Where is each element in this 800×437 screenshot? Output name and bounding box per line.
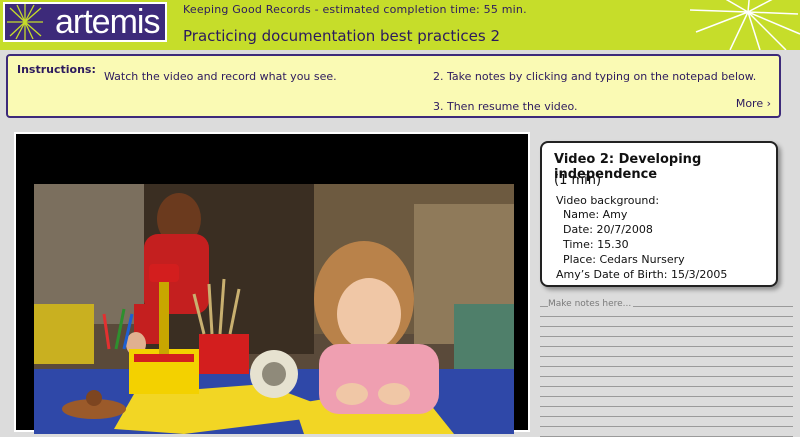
observation-date: Date: 20/7/2008 (563, 223, 653, 236)
observation-place: Place: Cedars Nursery (563, 253, 685, 266)
instruction-step-1: Watch the video and record what you see. (104, 70, 337, 83)
video-frame-image[interactable] (34, 184, 514, 434)
instruction-step-3: 3. Then resume the video. (433, 100, 578, 113)
video-background-label: Video background: (556, 194, 660, 207)
video-duration: (1 min) (554, 173, 602, 188)
logo-text: artemis (55, 3, 160, 41)
instructions-label: Instructions: (17, 63, 96, 76)
notepad-placeholder: Make notes here... (548, 299, 634, 309)
video-info-card: Video 2: Developing independence (1 min)… (540, 141, 778, 287)
starburst-decoration-icon (690, 0, 800, 50)
video-player[interactable] (14, 132, 530, 434)
instruction-step-2: 2. Take notes by clicking and typing on … (433, 70, 757, 83)
child-name: Name: Amy (563, 208, 628, 221)
course-subtitle: Keeping Good Records - estimated complet… (183, 3, 527, 16)
observation-time: Time: 15.30 (563, 238, 629, 251)
artemis-logo: artemis (3, 2, 167, 42)
header-bar: artemis Keeping Good Records - estimated… (0, 0, 800, 50)
instructions-panel: Instructions: Watch the video and record… (6, 54, 781, 118)
child-date-of-birth: Amy’s Date of Birth: 15/3/2005 (556, 268, 728, 281)
more-link[interactable]: More › (736, 97, 771, 110)
page-title: Practicing documentation best practices … (183, 27, 501, 45)
starburst-icon (7, 4, 43, 40)
notepad[interactable]: Make notes here... (540, 297, 793, 437)
